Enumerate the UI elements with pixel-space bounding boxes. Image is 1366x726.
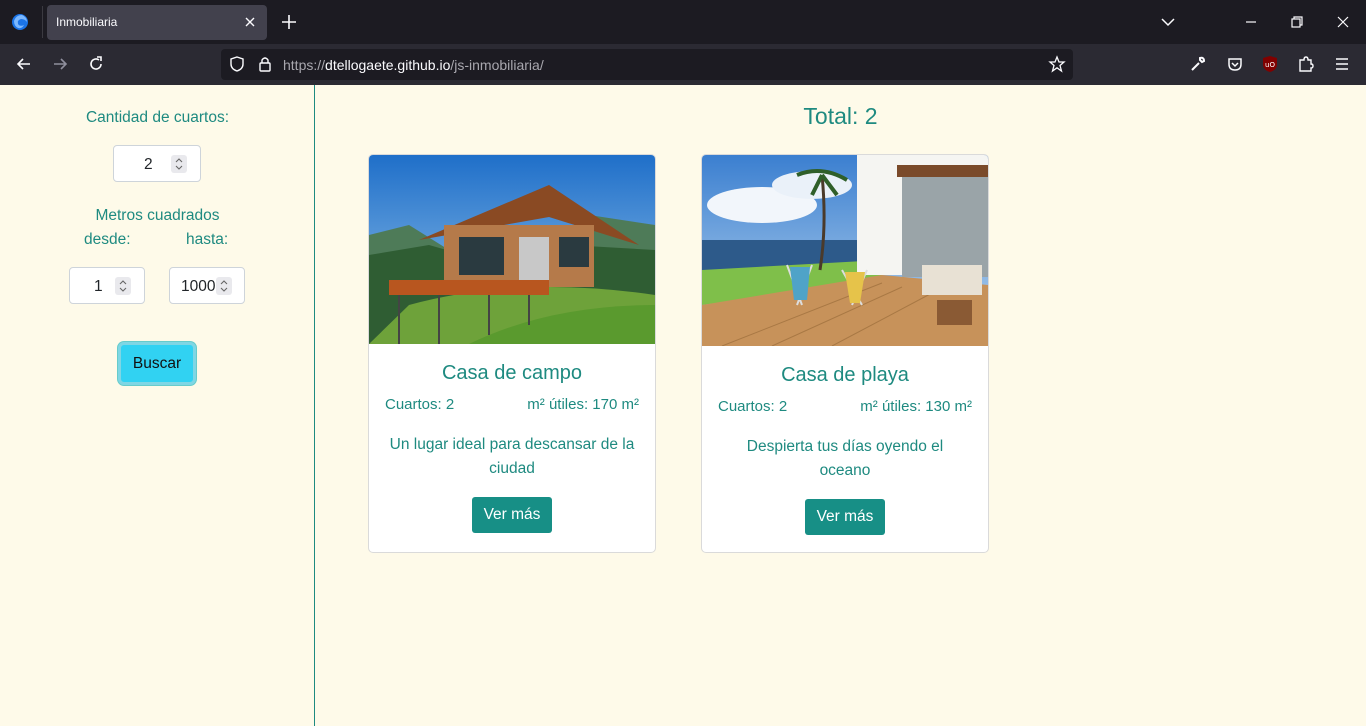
url-protocol: https:// bbox=[283, 57, 326, 73]
navigation-bar: https://dtellogaete.github.io/js-inmobil… bbox=[0, 44, 1366, 85]
meters-from-value: 1 bbox=[94, 278, 103, 295]
meters-to-spinner-icon[interactable] bbox=[216, 277, 232, 295]
firefox-icon[interactable] bbox=[10, 12, 30, 32]
view-more-button[interactable]: Ver más bbox=[805, 499, 885, 535]
svg-text:uO: uO bbox=[1265, 61, 1275, 69]
extensions-puzzle-icon[interactable] bbox=[1296, 54, 1316, 74]
tab-bar: Inmobiliaria bbox=[0, 0, 1366, 44]
card-area: m² útiles: 170 m² bbox=[527, 396, 639, 413]
bookmark-star-icon[interactable] bbox=[1048, 55, 1066, 73]
reload-icon[interactable] bbox=[86, 54, 106, 74]
close-tab-icon[interactable] bbox=[241, 13, 259, 31]
total-count: Total: 2 bbox=[803, 103, 878, 129]
to-label: hasta: bbox=[186, 231, 229, 248]
card-description: Un lugar ideal para descansar de la ciud… bbox=[389, 436, 635, 477]
close-window-icon[interactable] bbox=[1333, 12, 1353, 32]
minimize-icon[interactable] bbox=[1241, 12, 1261, 32]
rooms-value: 2 bbox=[144, 156, 153, 173]
pocket-icon[interactable] bbox=[1225, 54, 1245, 74]
ublock-icon[interactable]: uO bbox=[1260, 54, 1280, 74]
from-label: desde: bbox=[84, 231, 131, 248]
property-card: Casa de campo Cuartos: 2 m² útiles: 170 … bbox=[368, 154, 656, 553]
meters-label: Metros cuadrados bbox=[95, 207, 220, 224]
list-tabs-chevron-icon[interactable] bbox=[1158, 12, 1178, 32]
card-description: Despierta tus días oyendo el oceano bbox=[746, 438, 944, 479]
country-house-image bbox=[369, 155, 655, 344]
lock-icon[interactable] bbox=[256, 55, 274, 73]
shield-icon[interactable] bbox=[228, 55, 246, 73]
search-button[interactable]: Buscar bbox=[118, 342, 196, 385]
browser-tab[interactable]: Inmobiliaria bbox=[47, 5, 267, 40]
new-tab-icon[interactable] bbox=[279, 12, 299, 32]
url-domain: dtellogaete.github.io bbox=[325, 57, 451, 73]
meters-from-input[interactable]: 1 bbox=[69, 267, 145, 304]
card-title: Casa de playa bbox=[781, 364, 909, 386]
address-bar[interactable]: https://dtellogaete.github.io/js-inmobil… bbox=[221, 49, 1073, 80]
menu-icon[interactable] bbox=[1332, 54, 1352, 74]
meters-to-input[interactable]: 1000 bbox=[169, 267, 245, 304]
url-path: /js-inmobiliaria/ bbox=[450, 57, 544, 73]
card-rooms: Cuartos: 2 bbox=[385, 396, 455, 413]
restore-icon[interactable] bbox=[1287, 12, 1307, 32]
tab-title: Inmobiliaria bbox=[56, 15, 118, 29]
card-rooms: Cuartos: 2 bbox=[718, 398, 788, 415]
card-title: Casa de campo bbox=[441, 362, 583, 384]
rooms-input[interactable]: 2 bbox=[113, 145, 201, 182]
page-content: Cantidad de cuartos: 2 Metros cuadrados … bbox=[0, 85, 1366, 726]
card-area: m² útiles: 130 m² bbox=[860, 398, 972, 415]
rooms-spinner-icon[interactable] bbox=[171, 155, 187, 173]
url-text[interactable]: https://dtellogaete.github.io/js-inmobil… bbox=[283, 57, 544, 73]
meters-from-spinner-icon[interactable] bbox=[115, 277, 131, 295]
property-card: Casa de playa Cuartos: 2 m² útiles: 130 … bbox=[701, 154, 989, 553]
meters-to-value: 1000 bbox=[181, 278, 216, 295]
back-arrow-icon[interactable] bbox=[14, 54, 34, 74]
rooms-label: Cantidad de cuartos: bbox=[85, 109, 230, 126]
tab-separator bbox=[42, 6, 43, 38]
filter-sidebar: Cantidad de cuartos: 2 Metros cuadrados … bbox=[0, 85, 315, 726]
wrench-icon[interactable] bbox=[1188, 54, 1208, 74]
view-more-button[interactable]: Ver más bbox=[472, 497, 552, 533]
beach-house-image bbox=[702, 155, 988, 346]
forward-arrow-icon[interactable] bbox=[50, 54, 70, 74]
